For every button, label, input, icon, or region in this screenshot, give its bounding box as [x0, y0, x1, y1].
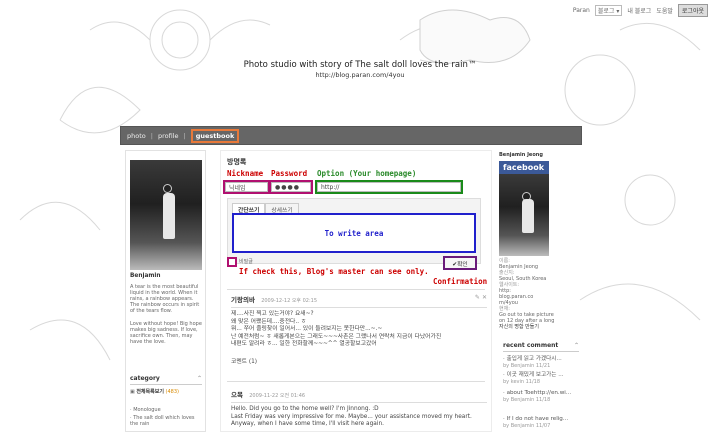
entry-line: 뭐... 쭈어 졸링찾이 일어서... 있이 들려보지는 못한다만...~.~ — [231, 326, 383, 332]
make-badge-link[interactable]: 자신의 명함 만들기 — [499, 324, 557, 330]
secret-annotation: If check this, Blog's master can see onl… — [239, 267, 429, 276]
photo-figure-body — [163, 193, 176, 240]
recent-text: 출입게 읽고 가겠다시... — [506, 356, 562, 362]
collapse-icon[interactable]: ⌃ — [574, 342, 579, 349]
entry-line: Anyway, when I have some time, I'll visi… — [231, 421, 384, 427]
divider — [231, 402, 487, 403]
recent-comment-title: recent comment ⌃ — [503, 342, 579, 352]
write-area-annotation: To write area — [324, 228, 384, 238]
entry-body: Hello. Did you go to the home well? I'm … — [231, 406, 487, 429]
main-nav: photo | profile | guestbook — [120, 126, 582, 145]
folder-icon: ▣ — [130, 389, 135, 395]
fb-name[interactable]: Benjamin Jeong — [499, 152, 543, 158]
entry-author[interactable]: 으목 — [231, 391, 243, 399]
facebook-badge[interactable]: facebook — [499, 161, 549, 174]
service-name[interactable]: Paran — [573, 7, 590, 14]
confirm-annotation: Confirmation — [433, 277, 488, 286]
fb-info-line: Go out to take picture on 12 day after a… — [499, 312, 555, 324]
category-item-label: The salt doll which loves the rain — [130, 415, 195, 427]
entry-header: 으목 2009-11-22 오전 01:46 — [231, 389, 487, 399]
logout-button[interactable]: 로그아웃 — [677, 4, 708, 17]
confirm-button[interactable]: ✔확인 — [443, 256, 477, 270]
recent-comment-item[interactable]: · 출입게 읽고 가겠다시... by Benjamin 11/21 — [503, 356, 579, 369]
profile-photo — [130, 160, 202, 270]
divider — [227, 381, 485, 382]
nickname-annotation: Nickname — [227, 169, 264, 178]
entry-line: 난 예전처럼~ ㅎ 새롭게본으는 그래도~~~사촌은 그랬나서 연락처 지금이 … — [231, 333, 442, 340]
profile-bio-2: Love without hope! Big hope makes big sa… — [130, 321, 202, 345]
recent-text: If I do not have relig... — [506, 416, 569, 422]
category-item[interactable]: · Monologue — [130, 407, 204, 413]
nav-separator: | — [183, 131, 186, 140]
entry-body: 제....사진 찍고 있는거야? 요새~? 왜 맞은 어쨌든데....중전다..… — [231, 311, 487, 349]
fb-profile-info: 이름: Benjamin Jeong 출신지: Seoul, South Kor… — [499, 258, 557, 330]
blog-dropdown-label: 블로그 — [597, 8, 615, 15]
category-item[interactable]: · The salt doll which loves the rain — [130, 415, 204, 427]
left-sidebar: Benjamin A tear is the most beautiful li… — [125, 150, 206, 432]
nav-guestbook[interactable]: guestbook — [190, 128, 240, 143]
recent-title-text: recent comment — [503, 342, 559, 349]
guestbook-entry: 기랑의바 2009-12-12 오후 02:15 ✎ ✕ 제....사진 찍고 … — [231, 294, 487, 366]
category-all-label: 전체목록보기 — [136, 389, 164, 395]
category-title: category ⌃ — [130, 375, 202, 385]
entry-line: Last Friday was very impressive for me. … — [231, 413, 472, 420]
guestbook-main: 방명록 Nickname Password Option (Your homep… — [220, 150, 492, 432]
comment-link[interactable]: 코멘트 (1) — [231, 359, 487, 367]
entry-time: 2009-11-22 오전 01:46 — [249, 393, 306, 399]
recent-author: by Benjamin 11/07 — [503, 422, 551, 429]
profile-name: Benjamin — [130, 273, 161, 279]
write-box: 간단쓰기 상세쓰기 To write area — [227, 198, 481, 264]
entry-author[interactable]: 기랑의바 — [231, 296, 255, 304]
profile-bio: A tear is the most beautiful liquid in t… — [130, 284, 200, 314]
top-utility-bar: Paran 블로그 ▾ 내 블로그 도움말 로그아웃 — [573, 4, 708, 17]
entry-time: 2009-12-12 오후 02:15 — [261, 298, 318, 304]
guestbook-entry: 으목 2009-11-22 오전 01:46 Hello. Did you go… — [231, 389, 487, 429]
recent-comment-item[interactable]: · about Toehttp://en.wi... by Benjamin 1… — [503, 390, 579, 403]
blog-dropdown[interactable]: 블로그 ▾ — [594, 5, 623, 16]
recent-text: 이곳 재밌게 보고가는 ... — [506, 372, 564, 378]
divider — [227, 289, 485, 290]
entry-line: 왜 맞은 어쨌든데....중전다.. ㅎ — [231, 318, 307, 325]
recent-author: by Benjamin 11/18 — [503, 396, 551, 403]
option-annotation: Option (Your homepage) — [317, 169, 417, 178]
collapse-icon[interactable]: ⌃ — [197, 375, 202, 382]
entry-line: Hello. Did you go to the home well? I'm … — [231, 406, 379, 412]
password-annotation: Password — [271, 169, 308, 178]
photo-figure-body — [522, 198, 534, 234]
nav-profile[interactable]: profile — [158, 132, 179, 140]
my-blog-link[interactable]: 내 블로그 — [627, 6, 651, 15]
page-title: 방명록 — [227, 158, 247, 166]
help-link[interactable]: 도움말 — [656, 6, 673, 15]
secret-checkbox[interactable] — [227, 257, 237, 267]
photo-figure-head — [163, 184, 173, 194]
nav-photo[interactable]: photo — [127, 132, 146, 140]
recent-comment-item[interactable]: · 이곳 재밌게 보고가는 ... by kevin 11/18 — [503, 372, 579, 385]
recent-author: by Benjamin 11/21 — [503, 362, 551, 369]
entry-line: 제....사진 찍고 있는거야? 요새~? — [231, 311, 314, 317]
recent-comment-item[interactable]: · If I do not have relig... by Benjamin … — [503, 416, 579, 429]
divider — [231, 307, 487, 308]
nickname-field[interactable]: 닉네임 — [223, 180, 270, 194]
entry-header: 기랑의바 2009-12-12 오후 02:15 ✎ ✕ — [231, 294, 487, 304]
entry-actions-icon[interactable]: ✎ ✕ — [475, 294, 487, 301]
write-area[interactable]: To write area — [232, 213, 476, 253]
nav-separator: | — [150, 131, 153, 140]
entry-line: 내편도 알려라 ㅎ... 일한 전화할께~~~^^ 열공할보고갔어 — [231, 341, 377, 347]
category-title-text: category — [130, 375, 160, 382]
right-sidebar: Benjamin Jeong facebook 이름: Benjamin Jeo… — [497, 150, 579, 432]
site-title: Photo studio with story of The salt doll… — [243, 60, 477, 70]
homepage-field[interactable]: http:// — [315, 180, 463, 194]
category-count: (483) — [165, 389, 179, 395]
category-all[interactable]: ▣ 전체목록보기 (483) — [130, 389, 204, 395]
secret-label: 비밀글 — [239, 259, 253, 265]
category-item-label: Monologue — [133, 407, 161, 413]
recent-author: by kevin 11/18 — [503, 378, 541, 385]
site-url[interactable]: http://blog.paran.com/4you — [0, 71, 720, 79]
fb-photo[interactable] — [499, 174, 549, 256]
recent-text: about Toehttp://en.wi... — [506, 390, 572, 396]
password-field[interactable]: ●●●● — [269, 180, 313, 194]
